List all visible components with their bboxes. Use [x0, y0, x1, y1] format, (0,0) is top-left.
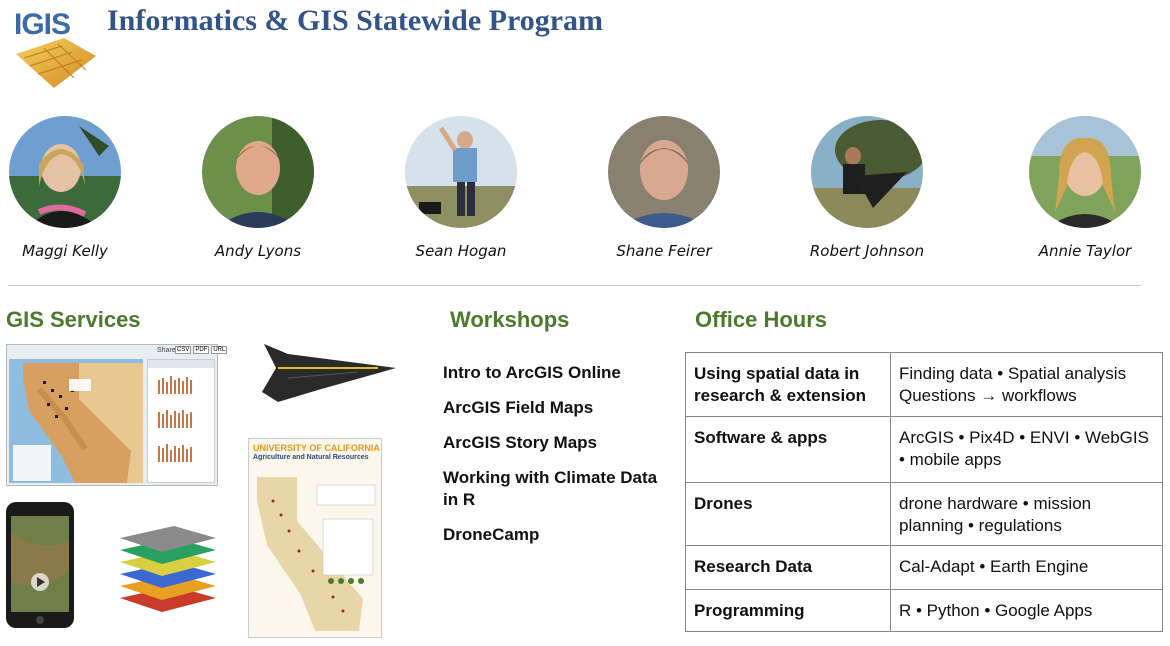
person-card: Shane Feirer — [564, 116, 764, 260]
details-cell: Cal-Adapt • Earth Engine — [890, 545, 1163, 590]
avatar — [202, 116, 314, 228]
workshop-item[interactable]: ArcGIS Field Maps — [443, 397, 663, 419]
table-row: Software & apps ArcGIS • Pix4D • ENVI • … — [685, 416, 1163, 483]
topic-cell: Software & apps — [685, 416, 891, 483]
person-name: Robert Johnson — [809, 242, 925, 260]
workshop-item[interactable]: ArcGIS Story Maps — [443, 432, 663, 454]
chart-panel — [147, 359, 215, 483]
ucanr-poster: UNIVERSITY OF CALIFORNIA Agriculture and… — [248, 438, 382, 638]
avatar — [1029, 116, 1141, 228]
person-card: Sean Hogan — [361, 116, 561, 260]
igis-logo: IGIS — [14, 8, 98, 92]
table-row: Using spatial data in research & extensi… — [685, 352, 1163, 417]
person-card: Annie Taylor — [985, 116, 1170, 260]
california-map[interactable] — [9, 359, 143, 483]
csv-button[interactable]: CSV — [175, 346, 192, 354]
workshops-title: Workshops — [450, 307, 570, 332]
person-card: Maggi Kelly — [0, 116, 165, 260]
table-row: Research Data Cal-Adapt • Earth Engine — [685, 545, 1163, 590]
web-map-screenshot: Share: CSV PDF URL — [6, 344, 228, 486]
topic-cell: Drones — [685, 482, 891, 546]
person-card: Robert Johnson — [767, 116, 967, 260]
pdf-button[interactable]: PDF — [193, 346, 210, 354]
avatar — [811, 116, 923, 228]
drone-image — [258, 338, 398, 408]
topic-cell: Using spatial data in research & extensi… — [685, 352, 891, 417]
details-cell: ArcGIS • Pix4D • ENVI • WebGIS • mobile … — [890, 416, 1163, 483]
person-card: Andy Lyons — [158, 116, 358, 260]
details-cell: R • Python • Google Apps — [890, 589, 1163, 632]
table-row: Programming R • Python • Google Apps — [685, 589, 1163, 632]
details-cell: Finding data • Spatial analysis Question… — [890, 352, 1163, 417]
person-name: Andy Lyons — [214, 242, 302, 260]
avatar — [9, 116, 121, 228]
office-hours-table: Using spatial data in research & extensi… — [685, 352, 1163, 632]
phone-image — [6, 502, 74, 628]
topic-cell: Research Data — [685, 545, 891, 590]
person-name: Shane Feirer — [616, 242, 712, 260]
workshops-list: Intro to ArcGIS Online ArcGIS Field Maps… — [443, 362, 663, 559]
gis-services-title: GIS Services — [6, 307, 141, 332]
details-cell: drone hardware • mission planning • regu… — [890, 482, 1163, 546]
logo-text: IGIS — [14, 8, 71, 41]
workshop-item[interactable]: DroneCamp — [443, 524, 663, 546]
office-hours-title: Office Hours — [695, 307, 828, 332]
person-name: Maggi Kelly — [22, 242, 108, 260]
topic-cell: Programming — [685, 589, 891, 632]
workshop-item[interactable]: Intro to ArcGIS Online — [443, 362, 663, 384]
page-title: Informatics & GIS Statewide Program — [107, 4, 604, 37]
table-row: Drones drone hardware • mission planning… — [685, 482, 1163, 546]
divider — [8, 285, 1141, 286]
raster-layers-image — [110, 520, 220, 616]
avatar — [405, 116, 517, 228]
person-name: Sean Hogan — [415, 242, 507, 260]
workshop-item[interactable]: Working with Climate Data in R — [443, 467, 663, 511]
url-button[interactable]: URL — [211, 346, 228, 354]
avatar — [608, 116, 720, 228]
person-name: Annie Taylor — [1038, 242, 1132, 260]
poster-subheader: Agriculture and Natural Resources — [253, 454, 369, 461]
poster-header: UNIVERSITY OF CALIFORNIA — [253, 443, 380, 453]
